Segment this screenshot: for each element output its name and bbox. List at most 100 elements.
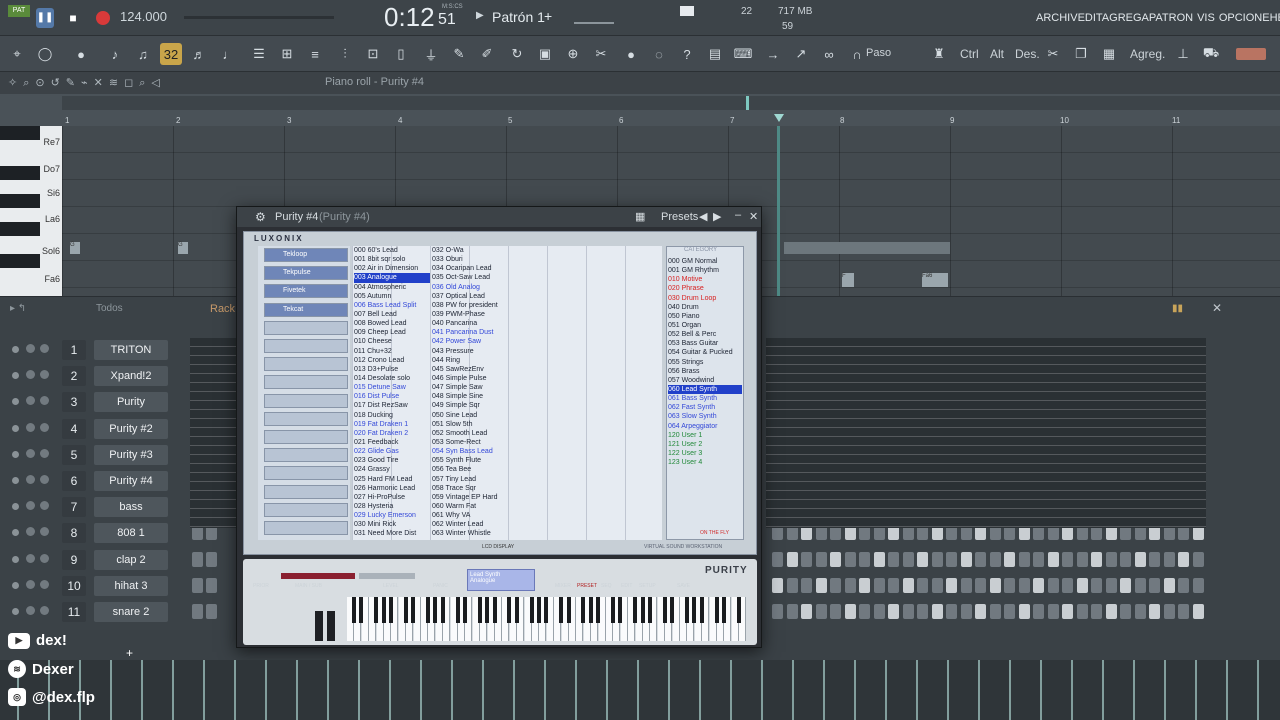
- tool-icon-9[interactable]: ⊡: [362, 43, 384, 65]
- step-button[interactable]: [844, 577, 856, 593]
- step-button[interactable]: [1105, 604, 1117, 619]
- channel-led[interactable]: [12, 581, 19, 589]
- pan-knob[interactable]: [26, 606, 35, 615]
- tool-icon-2[interactable]: ♫: [132, 43, 154, 65]
- menu-view[interactable]: VIS: [1197, 12, 1215, 24]
- pan-knob[interactable]: [26, 370, 35, 380]
- step-button[interactable]: [1120, 551, 1131, 567]
- preset-item[interactable]: 030 Mini Rick: [354, 520, 430, 529]
- step-button[interactable]: [1134, 604, 1146, 619]
- preset-item[interactable]: 001 8bit sqr solo: [354, 255, 430, 264]
- step-button[interactable]: [917, 604, 928, 619]
- on-the-fly-label[interactable]: ON THE FLY: [700, 530, 729, 536]
- menu-add[interactable]: GREGA: [1109, 12, 1149, 24]
- master-volume-slider[interactable]: [574, 10, 614, 24]
- step-button[interactable]: [902, 551, 914, 567]
- preset-item[interactable]: 048 Simple Sine: [432, 392, 508, 401]
- mixer-track-number[interactable]: 5: [62, 444, 86, 465]
- mic-icon[interactable]: ●: [620, 43, 642, 65]
- preset-item[interactable]: 047 Simple Saw: [432, 383, 508, 392]
- volume-knob[interactable]: [40, 553, 49, 563]
- preset-item[interactable]: 060 Warm Fat: [432, 502, 508, 511]
- preset-column-1[interactable]: 000 60's Lead 001 8bit sqr solo 002 Air in…: [354, 246, 430, 539]
- channel-button[interactable]: bass: [94, 497, 168, 518]
- part-slot[interactable]: [264, 466, 348, 481]
- menu-options[interactable]: OPCIONE: [1219, 12, 1270, 24]
- save-button[interactable]: SAVE: [677, 583, 690, 589]
- part-slot[interactable]: [264, 411, 348, 426]
- tool-icon-1[interactable]: ♪: [104, 43, 126, 65]
- preset-item[interactable]: 055 Synth Flute: [432, 456, 508, 465]
- preset-item[interactable]: 064 Arpeggiator: [668, 422, 742, 431]
- add-pattern-icon[interactable]: +: [544, 8, 552, 24]
- prev-preset-icon[interactable]: ◀: [699, 210, 707, 223]
- note-2[interactable]: G: [178, 242, 188, 254]
- rack-filter[interactable]: Todos: [96, 303, 123, 314]
- preset-item[interactable]: 063 Slow Synth: [668, 412, 742, 421]
- preset-item[interactable]: 020 Fat Draken 2: [354, 429, 430, 438]
- channel-led[interactable]: [12, 477, 19, 484]
- volume-knob[interactable]: [40, 475, 49, 484]
- rack-graph-icon[interactable]: ▮▮: [1172, 303, 1183, 314]
- scissors-icon[interactable]: ✂: [1042, 43, 1064, 65]
- pan-knob[interactable]: [26, 448, 35, 458]
- step-button[interactable]: [844, 604, 856, 619]
- brush-icon[interactable]: ✐: [476, 43, 498, 65]
- preset-item[interactable]: 122 User 3: [668, 449, 742, 458]
- preset-item[interactable]: 002 Air in Dimension: [354, 264, 430, 273]
- pan-knob[interactable]: [26, 579, 35, 589]
- refresh-icon[interactable]: ↻: [506, 43, 528, 65]
- step-button[interactable]: [1149, 604, 1160, 619]
- step-button[interactable]: [1178, 577, 1189, 593]
- preset-item[interactable]: 050 Piano: [668, 312, 742, 321]
- pan-knob[interactable]: [26, 344, 35, 353]
- keyboard-icon[interactable]: ⌨: [732, 43, 754, 65]
- stop-icon[interactable]: ■: [64, 8, 82, 28]
- preset-item[interactable]: 017 Dist RezSaw: [354, 401, 430, 410]
- step-button[interactable]: [830, 604, 841, 619]
- paste-icon[interactable]: ▦: [1098, 43, 1120, 65]
- step-button[interactable]: [1134, 551, 1146, 567]
- piano-key-black[interactable]: [426, 597, 430, 623]
- channel-button[interactable]: TRITON: [94, 340, 168, 360]
- step-button[interactable]: [859, 551, 870, 567]
- channel-led[interactable]: [12, 608, 19, 615]
- tool-icon-3[interactable]: 32: [160, 43, 182, 65]
- note-5[interactable]: Fa6: [922, 273, 948, 287]
- note-4[interactable]: F: [842, 273, 854, 287]
- piano-key-black[interactable]: [529, 597, 534, 623]
- preset-item[interactable]: 031 Need More Dist: [354, 529, 430, 538]
- part-slot[interactable]: [264, 484, 348, 499]
- step-button[interactable]: [946, 577, 957, 593]
- step-button[interactable]: [1033, 604, 1044, 619]
- alt-button[interactable]: Alt: [990, 47, 1004, 61]
- rack-arrow-icon[interactable]: ▸ ↰: [10, 303, 26, 314]
- preset-item[interactable]: 026 Harmonic Lead: [354, 484, 430, 493]
- headphone-icon[interactable]: ∩: [846, 43, 868, 65]
- step-button[interactable]: [1091, 577, 1102, 593]
- preset-item[interactable]: 054 Syn Bass Lead: [432, 447, 508, 456]
- step-button[interactable]: [989, 604, 1001, 619]
- step-button[interactable]: [815, 551, 827, 567]
- preset-item[interactable]: 019 Fat Draken 1: [354, 420, 430, 429]
- preset-item[interactable]: 013 D3+Pulse: [354, 365, 430, 374]
- preset-item[interactable]: 056 Brass: [668, 367, 742, 376]
- mixer-track-number[interactable]: 7: [62, 497, 86, 518]
- step-button[interactable]: [815, 604, 827, 619]
- preset-item[interactable]: 016 Dist Pulse: [354, 392, 430, 401]
- piano-key-black[interactable]: [699, 597, 704, 623]
- preset-item[interactable]: 045 SawRezEnv: [432, 365, 508, 374]
- step-button[interactable]: [975, 551, 986, 567]
- preset-item[interactable]: 034 Ocaripan Lead: [432, 264, 508, 273]
- preset-item[interactable]: 051 Slow 5th: [432, 420, 508, 429]
- tool-icon-10[interactable]: ⊕: [562, 43, 584, 65]
- mixer-track-number[interactable]: 4: [62, 418, 86, 439]
- piano-key-black[interactable]: [670, 597, 675, 623]
- piano-key-black[interactable]: [492, 597, 497, 623]
- step-button[interactable]: [975, 604, 986, 619]
- channel-button[interactable]: Purity: [94, 392, 168, 413]
- plug-icon[interactable]: ⏚: [420, 43, 442, 65]
- piano-key-black[interactable]: [640, 597, 645, 623]
- chat-icon[interactable]: ◌: [648, 43, 670, 65]
- piano-key-black[interactable]: [359, 597, 364, 623]
